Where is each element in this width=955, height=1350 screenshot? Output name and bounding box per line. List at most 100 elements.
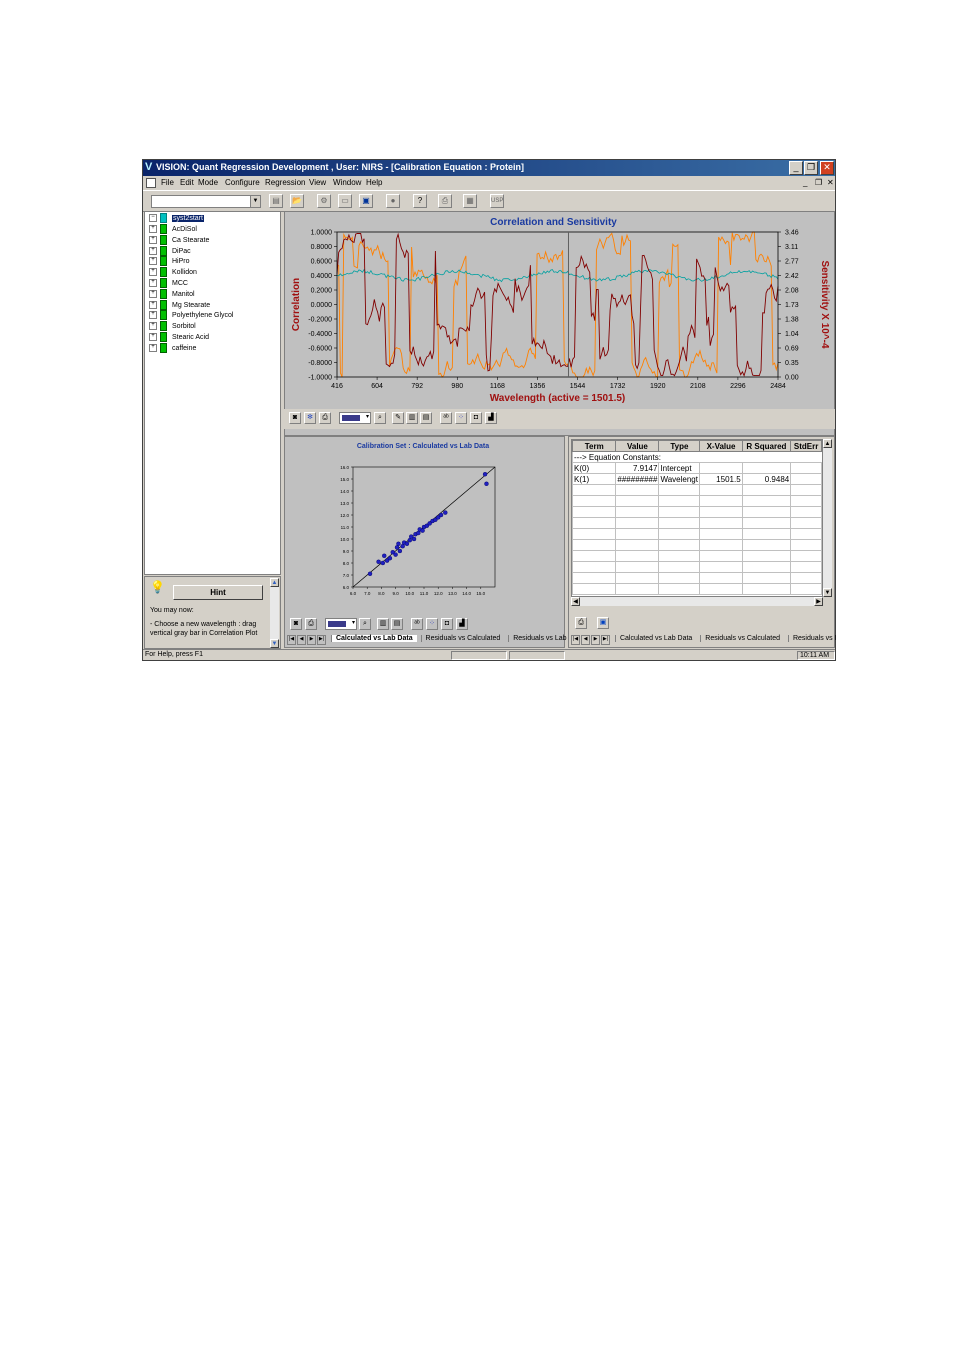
collapse-icon[interactable]: − (149, 214, 157, 222)
info-icon[interactable]: ● (386, 194, 400, 208)
table-row[interactable]: K(0) 7.9147 Intercept (572, 462, 822, 474)
expand-icon[interactable]: + (149, 225, 157, 233)
camera-icon[interactable]: ◙ (290, 618, 302, 630)
menu-mode[interactable]: Mode (198, 178, 218, 187)
first-tab-icon[interactable]: |◀ (287, 635, 296, 645)
table-cell[interactable]: 0.9484 (741, 473, 792, 485)
print-icon[interactable]: ⎙ (575, 617, 587, 629)
save-icon[interactable]: ▣ (597, 617, 609, 629)
table-cell[interactable] (741, 506, 792, 518)
menu-regression[interactable]: Regression (265, 178, 305, 187)
table-cell[interactable] (699, 506, 743, 518)
tree-item-label[interactable]: Sorbitol (172, 323, 196, 330)
table-cell[interactable] (572, 484, 617, 496)
table-cell[interactable] (790, 572, 822, 584)
table-cell[interactable] (699, 561, 743, 573)
table-row[interactable]: K(1) ######### Wavelengt 1501.5 0.9484 (572, 473, 822, 485)
expand-icon[interactable]: + (149, 257, 157, 266)
table-cell[interactable] (741, 495, 792, 507)
table-cell[interactable] (699, 528, 743, 540)
table-cell[interactable] (658, 539, 701, 551)
hint-scrollbar[interactable]: ▲ ▼ (270, 578, 279, 648)
table-cell[interactable] (658, 484, 701, 496)
table-cell[interactable]: 7.9147 (615, 462, 660, 474)
camera-icon[interactable]: ◙ (289, 412, 301, 424)
table-cell[interactable] (615, 539, 660, 551)
table-cell[interactable] (790, 561, 822, 573)
table-cell[interactable] (790, 550, 822, 562)
close-button[interactable]: ✕ (820, 161, 834, 175)
table-cell[interactable] (615, 572, 660, 584)
expand-icon[interactable]: + (149, 343, 157, 352)
table-cell[interactable] (741, 561, 792, 573)
first-tab-icon[interactable]: |◀ (571, 635, 580, 645)
table-cell[interactable] (699, 572, 743, 584)
table-row[interactable] (572, 517, 822, 529)
tree-item[interactable]: + MCC (149, 278, 188, 288)
table-cell[interactable] (790, 517, 822, 529)
tree-item-label[interactable]: DiPac (172, 247, 191, 254)
table-cell[interactable] (699, 539, 743, 551)
tab-residuals-vs-calculated[interactable]: Residuals vs Calculated (700, 635, 784, 642)
table-cell[interactable] (741, 528, 792, 540)
tree-item[interactable]: + Kollidon (149, 267, 197, 278)
title-bar[interactable]: V VISION: Quant Regression Development ,… (143, 160, 835, 176)
expand-icon[interactable]: + (149, 311, 157, 320)
last-tab-icon[interactable]: ▶| (601, 635, 610, 645)
folder-icon[interactable]: ▭ (338, 194, 352, 208)
table-cell[interactable] (741, 550, 792, 562)
table-cell[interactable] (790, 473, 822, 485)
report-icon[interactable]: ▦ (463, 194, 477, 208)
expand-icon[interactable]: + (149, 300, 157, 309)
tree-item-label[interactable]: HiPro (172, 258, 190, 265)
table-cell[interactable] (615, 550, 660, 562)
tree-item-label[interactable]: AcDiSol (172, 226, 197, 233)
table-cell[interactable] (572, 561, 617, 573)
tree-root-label[interactable]: syst2start (172, 214, 204, 222)
expand-icon[interactable]: + (149, 289, 157, 298)
tree-item-label[interactable]: Kollidon (172, 269, 197, 276)
vgrid-icon[interactable]: ▥ (406, 412, 418, 424)
scroll-right-icon[interactable]: ▶ (814, 597, 823, 606)
table-cell[interactable] (741, 572, 792, 584)
table-row[interactable] (572, 495, 822, 507)
tree-item-label[interactable]: Polyethylene Glycol (172, 312, 233, 319)
col-type[interactable]: Type (658, 440, 701, 452)
tree-item[interactable]: + Sorbitol (149, 321, 196, 332)
prev-tab-icon[interactable]: ◀ (581, 635, 590, 645)
table-cell[interactable]: K(1) (572, 473, 617, 485)
tree-item[interactable]: + Ca Stearate (149, 234, 209, 245)
col-value[interactable]: Value (615, 440, 660, 452)
table-cell[interactable] (741, 462, 792, 474)
open-icon[interactable]: 📂 (290, 194, 304, 208)
table-cell[interactable] (699, 517, 743, 529)
table-cell[interactable] (699, 484, 743, 496)
table-row[interactable]: ---> Equation Constants: (572, 451, 822, 463)
scroll-down-icon[interactable]: ▼ (823, 588, 832, 597)
table-cell[interactable] (790, 506, 822, 518)
tree-item[interactable]: + Polyethylene Glycol (149, 310, 233, 321)
tree-item-label[interactable]: Ca Stearate (172, 237, 209, 244)
tab-residuals-vs-calculated[interactable]: Residuals vs Calculated (420, 635, 505, 642)
table-cell[interactable]: Wavelengt (658, 473, 701, 485)
table-cell[interactable] (658, 495, 701, 507)
calibration-chart[interactable]: Calibration Set : Calculated vs Lab Data… (285, 437, 564, 613)
print-icon[interactable]: ⎙ (305, 618, 317, 630)
marker-icon[interactable]: ◘ (470, 412, 482, 424)
doc-icon[interactable]: ▤ (269, 194, 283, 208)
next-tab-icon[interactable]: ▶ (307, 635, 316, 645)
table-cell[interactable] (615, 517, 660, 529)
table-row[interactable] (572, 561, 822, 573)
table-cell[interactable] (741, 484, 792, 496)
tab-calculated-vs-lab[interactable]: Calculated vs Lab Data (614, 635, 696, 642)
table-cell[interactable]: ######### (615, 473, 660, 485)
table-row[interactable] (572, 528, 822, 540)
tree-item-label[interactable]: caffeine (172, 345, 196, 352)
save-icon[interactable]: ▣ (359, 194, 373, 208)
table-cell[interactable] (615, 495, 660, 507)
snowflake-icon[interactable]: ✻ (304, 412, 316, 424)
zoom-icon[interactable]: ⌕ (374, 412, 386, 424)
table-cell[interactable] (790, 583, 822, 595)
scroll-left-icon[interactable]: ◀ (571, 597, 580, 606)
table-cell[interactable] (615, 506, 660, 518)
